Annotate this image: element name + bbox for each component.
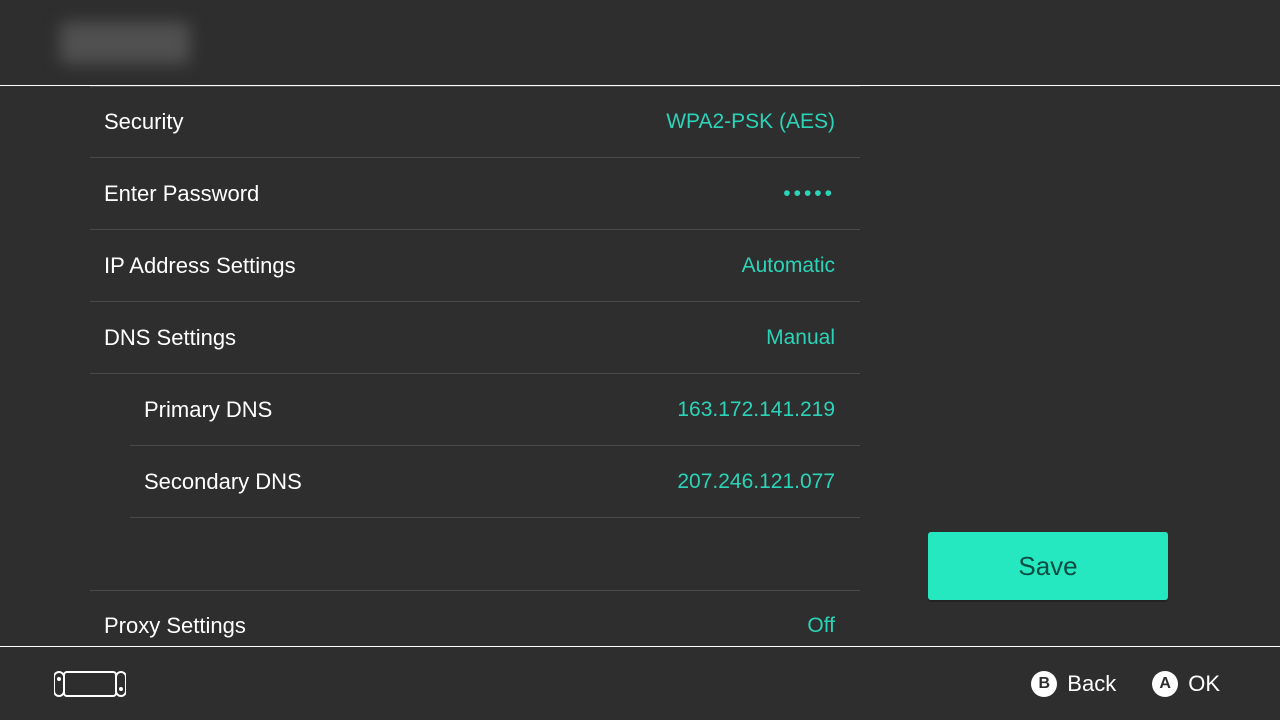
row-primary-dns[interactable]: Primary DNS 163.172.141.219 — [130, 374, 860, 446]
row-enter-password[interactable]: Enter Password ••••• — [90, 158, 860, 230]
row-label: Enter Password — [104, 181, 259, 207]
hint-ok[interactable]: A OK — [1152, 671, 1220, 697]
row-label: Primary DNS — [144, 397, 272, 423]
row-value: 163.172.141.219 — [677, 398, 835, 422]
hint-ok-label: OK — [1188, 671, 1220, 697]
row-security[interactable]: Security WPA2-PSK (AES) — [90, 86, 860, 158]
spacer — [90, 518, 860, 590]
settings-list: Security WPA2-PSK (AES) Enter Password •… — [90, 86, 860, 646]
row-secondary-dns[interactable]: Secondary DNS 207.246.121.077 — [130, 446, 860, 518]
row-proxy-settings[interactable]: Proxy Settings Off — [90, 590, 860, 646]
footer: B Back A OK — [0, 646, 1280, 720]
right-panel: Save — [860, 86, 1280, 646]
header — [0, 0, 1280, 86]
left-gutter — [0, 86, 30, 646]
row-ip-address-settings[interactable]: IP Address Settings Automatic — [90, 230, 860, 302]
b-button-icon: B — [1031, 671, 1057, 697]
row-value: Automatic — [742, 254, 835, 278]
row-label: Secondary DNS — [144, 469, 302, 495]
row-value: ••••• — [783, 182, 835, 206]
row-label: Proxy Settings — [104, 613, 246, 639]
row-label: IP Address Settings — [104, 253, 296, 279]
row-dns-settings[interactable]: DNS Settings Manual — [90, 302, 860, 374]
save-button-label: Save — [1018, 551, 1077, 582]
row-value: 207.246.121.077 — [677, 470, 835, 494]
row-value: WPA2-PSK (AES) — [666, 110, 835, 134]
row-label: DNS Settings — [104, 325, 236, 351]
save-button[interactable]: Save — [928, 532, 1168, 600]
hint-back-label: Back — [1067, 671, 1116, 697]
row-value: Manual — [766, 326, 835, 350]
settings-panel: Security WPA2-PSK (AES) Enter Password •… — [30, 86, 860, 646]
row-value: Off — [807, 614, 835, 638]
row-label: Security — [104, 109, 183, 135]
hint-back[interactable]: B Back — [1031, 671, 1116, 697]
a-button-icon: A — [1152, 671, 1178, 697]
controller-icon — [54, 670, 126, 698]
header-title-blurred — [60, 22, 190, 64]
